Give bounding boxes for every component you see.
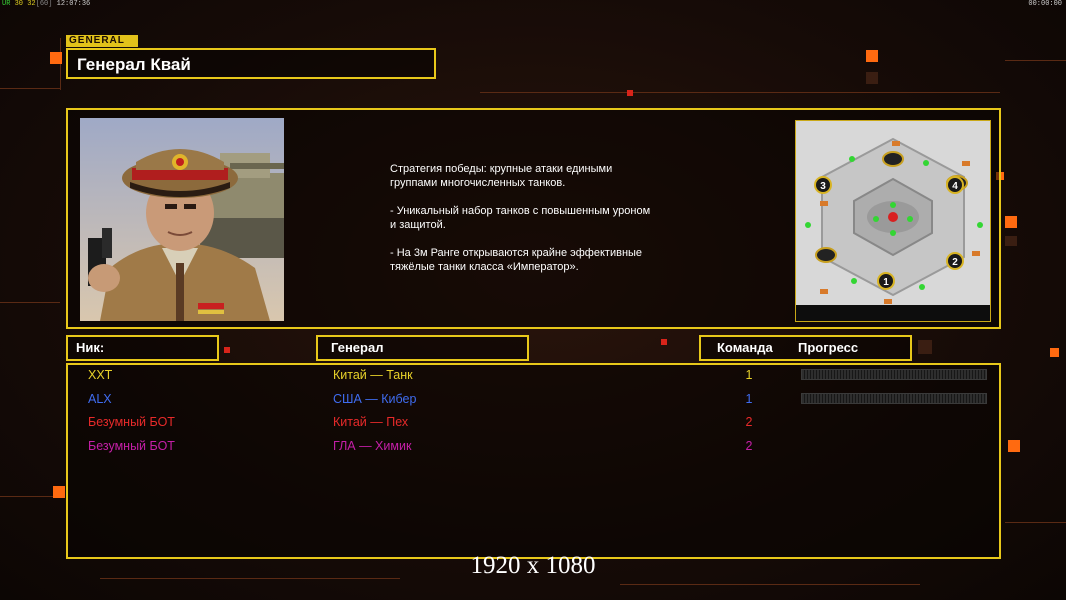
player-general: Китай — Пех [333,415,409,429]
feature-text-2: - На 3м Ранге открываются крайне эффекти… [390,247,643,273]
player-list: XXT Китай — Танк 1 ALX США — Кибер 1 Без… [66,363,1001,559]
deco-square [661,339,667,345]
spawn-marker: 3 [814,176,832,194]
top-status-bar: UR 30 32[60] 12:07:36 00:00:00 [0,0,1066,9]
player-general: Китай — Танк [333,368,413,382]
player-row[interactable]: Безумный БОТ Китай — Пех 2 [68,412,999,432]
player-nick: Безумный БОТ [88,439,175,453]
deco-square [1005,236,1017,246]
resolution-label: 1920 x 1080 [470,552,596,579]
svg-text:4: 4 [952,181,958,192]
general-tag: GENERAL [66,35,138,47]
svg-text:3: 3 [820,181,826,192]
player-team: 1 [745,368,753,382]
player-row[interactable]: XXT Китай — Танк 1 [68,365,999,385]
player-team: 2 [745,415,753,429]
map-preview: 3 4 2 1 [795,120,991,322]
spawn-marker: 1 [877,272,895,290]
feature-text-1: - Уникальный набор танков с повышенным у… [390,205,651,231]
player-general: США — Кибер [333,392,417,406]
fps-prefix: UR [2,0,11,8]
column-header-nick: Ник: [66,335,219,361]
column-header-general-label: Генерал [331,340,384,355]
column-header-nick-label: Ник: [76,340,105,355]
column-header-team-progress: Команда Прогресс [699,335,912,361]
player-general: ГЛА — Химик [333,439,412,453]
deco-line [1005,522,1066,523]
column-header-general: Генерал [316,335,529,361]
deco-square [627,90,633,96]
loading-progress-bar [801,393,987,404]
player-nick: XXT [88,368,113,382]
svg-text:1: 1 [883,277,889,288]
deco-line [60,38,61,90]
strategy-description: Стратегия победы: крупные атаки едиными … [390,162,720,288]
clock: 12:07:36 [56,0,91,8]
deco-line [0,496,60,497]
general-portrait [80,118,284,321]
deco-square [918,340,932,354]
spawn-marker: 4 [946,176,964,194]
game-timer: 00:00:00 [1028,0,1062,8]
deco-square [1050,348,1059,357]
fps-limit: [60] [35,0,53,8]
deco-line [620,584,920,585]
player-row[interactable]: Безумный БОТ ГЛА — Химик 2 [68,436,999,456]
svg-text:2: 2 [952,257,958,268]
deco-square [866,72,878,84]
deco-square [1005,216,1017,228]
general-title-box: Генерал Квай [66,48,436,79]
deco-line [1005,60,1066,61]
strategy-text: Стратегия победы: крупные атаки едиными … [390,163,613,189]
player-team: 2 [745,439,753,453]
deco-square [50,52,62,64]
fps-readout: UR 30 32[60] 12:07:36 [2,0,90,9]
player-nick: Безумный БОТ [88,415,175,429]
deco-square [1008,440,1020,452]
column-header-progress-label: Прогресс [798,340,859,355]
deco-square [224,347,230,353]
deco-line [0,88,60,89]
spawn-marker: 2 [946,252,964,270]
column-header-team-label: Команда [717,340,773,355]
deco-square [53,486,65,498]
player-team: 1 [745,392,753,406]
fps-value-a: 30 [14,0,24,8]
player-row[interactable]: ALX США — Кибер 1 [68,389,999,409]
deco-square [866,50,878,62]
deco-line [480,92,1000,93]
player-nick: ALX [88,392,112,406]
general-name: Генерал Квай [77,55,191,74]
loading-progress-bar [801,369,987,380]
general-info-panel: Стратегия победы: крупные атаки едиными … [66,108,1001,329]
deco-line [0,302,60,303]
fps-value-b: 32 [27,0,36,8]
